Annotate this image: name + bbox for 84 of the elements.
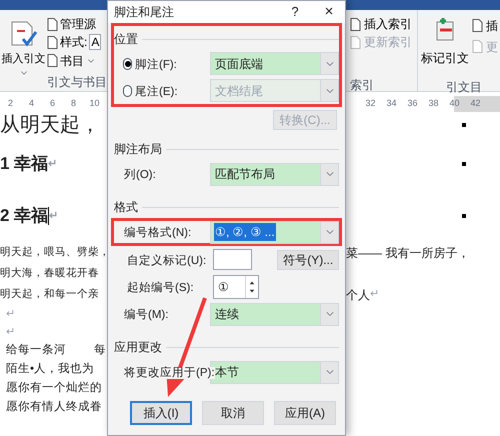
group-label: 引文与书目 bbox=[47, 74, 107, 91]
formatting-mark bbox=[462, 123, 466, 127]
dropdown[interactable]: 连续 bbox=[210, 302, 339, 326]
document-text: 明大海，春暖花开春 bbox=[0, 266, 99, 281]
dropdown-value: 匹配节布局 bbox=[214, 166, 276, 183]
ruler-number: 8 bbox=[70, 97, 77, 110]
paragraph-mark: ↵ bbox=[48, 157, 58, 172]
document-icon bbox=[350, 36, 361, 48]
section-heading: 应用更改 bbox=[114, 339, 162, 356]
paragraph-mark: ↵ bbox=[49, 209, 58, 224]
ruler-number: 4 bbox=[28, 97, 35, 110]
text-field[interactable] bbox=[213, 249, 252, 270]
dialog-title: 脚注和尾注 bbox=[114, 4, 175, 21]
document-icon bbox=[472, 19, 483, 32]
ruler-number: 36 bbox=[406, 97, 418, 110]
dropdown-value: 本节 bbox=[215, 364, 240, 381]
heading-text: 2 幸福 bbox=[0, 205, 48, 227]
ruler-number: 32 bbox=[364, 97, 376, 110]
spin-field[interactable]: ① bbox=[213, 274, 259, 298]
ribbon-item[interactable]: 管理源 bbox=[60, 15, 96, 34]
document-text: 明天起，喂马、劈柴， bbox=[0, 245, 110, 260]
dialog-button[interactable]: 应用(A) bbox=[274, 401, 336, 425]
ruler-number: 40 bbox=[448, 97, 460, 110]
field-label: 脚注(F): bbox=[135, 58, 177, 70]
style-dropdown[interactable]: A bbox=[89, 34, 102, 50]
formatting-mark bbox=[462, 214, 466, 218]
dialog-button[interactable]: 插入(I) bbox=[130, 401, 192, 425]
field-label: 将更改应用于(P): bbox=[124, 367, 215, 379]
section-heading: 脚注布局 bbox=[114, 141, 162, 158]
document-text: 个人 bbox=[346, 286, 370, 304]
symbol-button[interactable]: 符号(Y)... bbox=[277, 250, 339, 270]
document-icon bbox=[350, 18, 361, 30]
document-icon bbox=[47, 18, 58, 31]
help-button[interactable]: ? bbox=[285, 2, 305, 22]
document-text: 从明天起， bbox=[0, 113, 100, 138]
group-label: 索引 bbox=[350, 77, 375, 94]
ribbon-item[interactable]: 插 bbox=[486, 16, 498, 34]
radio-button[interactable] bbox=[123, 58, 132, 70]
document-icon bbox=[472, 40, 483, 53]
document-text: 每 bbox=[94, 343, 106, 358]
dropdown[interactable]: 页面底端 bbox=[210, 52, 339, 75]
formatting-mark bbox=[462, 162, 466, 166]
ruler-number: 6 bbox=[48, 97, 56, 110]
document-text: 给每一条河 bbox=[6, 342, 66, 358]
text-cursor bbox=[48, 207, 50, 225]
document-text: 愿你有情人终成眷 bbox=[6, 400, 102, 415]
ruler-number: 38 bbox=[427, 97, 440, 110]
dropdown[interactable]: ①, ②, ③ ... bbox=[210, 220, 339, 244]
ruler-number: 34 bbox=[385, 97, 398, 110]
group-label: 引文目 bbox=[446, 79, 483, 96]
field-label: 列(O): bbox=[124, 169, 156, 181]
section-heading: 格式 bbox=[114, 199, 138, 216]
document-text: 明天起，和每一个亲 bbox=[0, 287, 99, 302]
section-heading: 位置 bbox=[114, 31, 138, 48]
ribbon-item[interactable]: 样式: bbox=[60, 33, 88, 52]
dropdown-value: ①, ②, ③ ... bbox=[214, 223, 276, 241]
document-text: 陌生•人，我也为 bbox=[6, 362, 94, 377]
citation-icon bbox=[8, 20, 38, 48]
dropdown-value: 文档结尾 bbox=[214, 82, 264, 100]
document-text: 愿你有一个灿烂的 bbox=[6, 380, 102, 396]
close-button[interactable]: × bbox=[319, 0, 339, 24]
paragraph-mark: ↵ bbox=[6, 307, 15, 322]
dropdown-value: 连续 bbox=[214, 306, 240, 323]
paragraph-mark: ↵ bbox=[6, 325, 15, 340]
field-label: 起始编号(S): bbox=[127, 282, 194, 294]
field-label: 尾注(E): bbox=[135, 86, 178, 98]
mark-citation-button[interactable]: 标记引文 bbox=[418, 10, 472, 67]
document-text: 菜—— 我有一所房子， bbox=[346, 244, 470, 262]
field-label: 编号格式(N): bbox=[124, 227, 192, 239]
dialog-button[interactable]: 取消 bbox=[202, 401, 264, 425]
field-label: 编号(M): bbox=[124, 309, 168, 321]
ribbon-item[interactable]: 书目 bbox=[60, 52, 84, 70]
paragraph-mark: ↵ bbox=[370, 287, 379, 302]
insert-citation-button[interactable]: 插入引文 bbox=[0, 10, 47, 91]
field-label: 自定义标记(U): bbox=[127, 254, 206, 266]
dropdown[interactable]: 匹配节布局 bbox=[210, 162, 339, 186]
heading-text: 1 幸福 bbox=[0, 153, 48, 175]
ruler-number: 42 bbox=[469, 97, 482, 110]
document-icon bbox=[47, 36, 58, 49]
document-icon bbox=[47, 54, 58, 68]
dropdown-value: 页面底端 bbox=[214, 56, 264, 72]
ruler-number: 2 bbox=[6, 97, 14, 110]
ribbon-item[interactable]: 插入索引 bbox=[364, 15, 412, 33]
ruler-number: 10 bbox=[88, 97, 100, 110]
